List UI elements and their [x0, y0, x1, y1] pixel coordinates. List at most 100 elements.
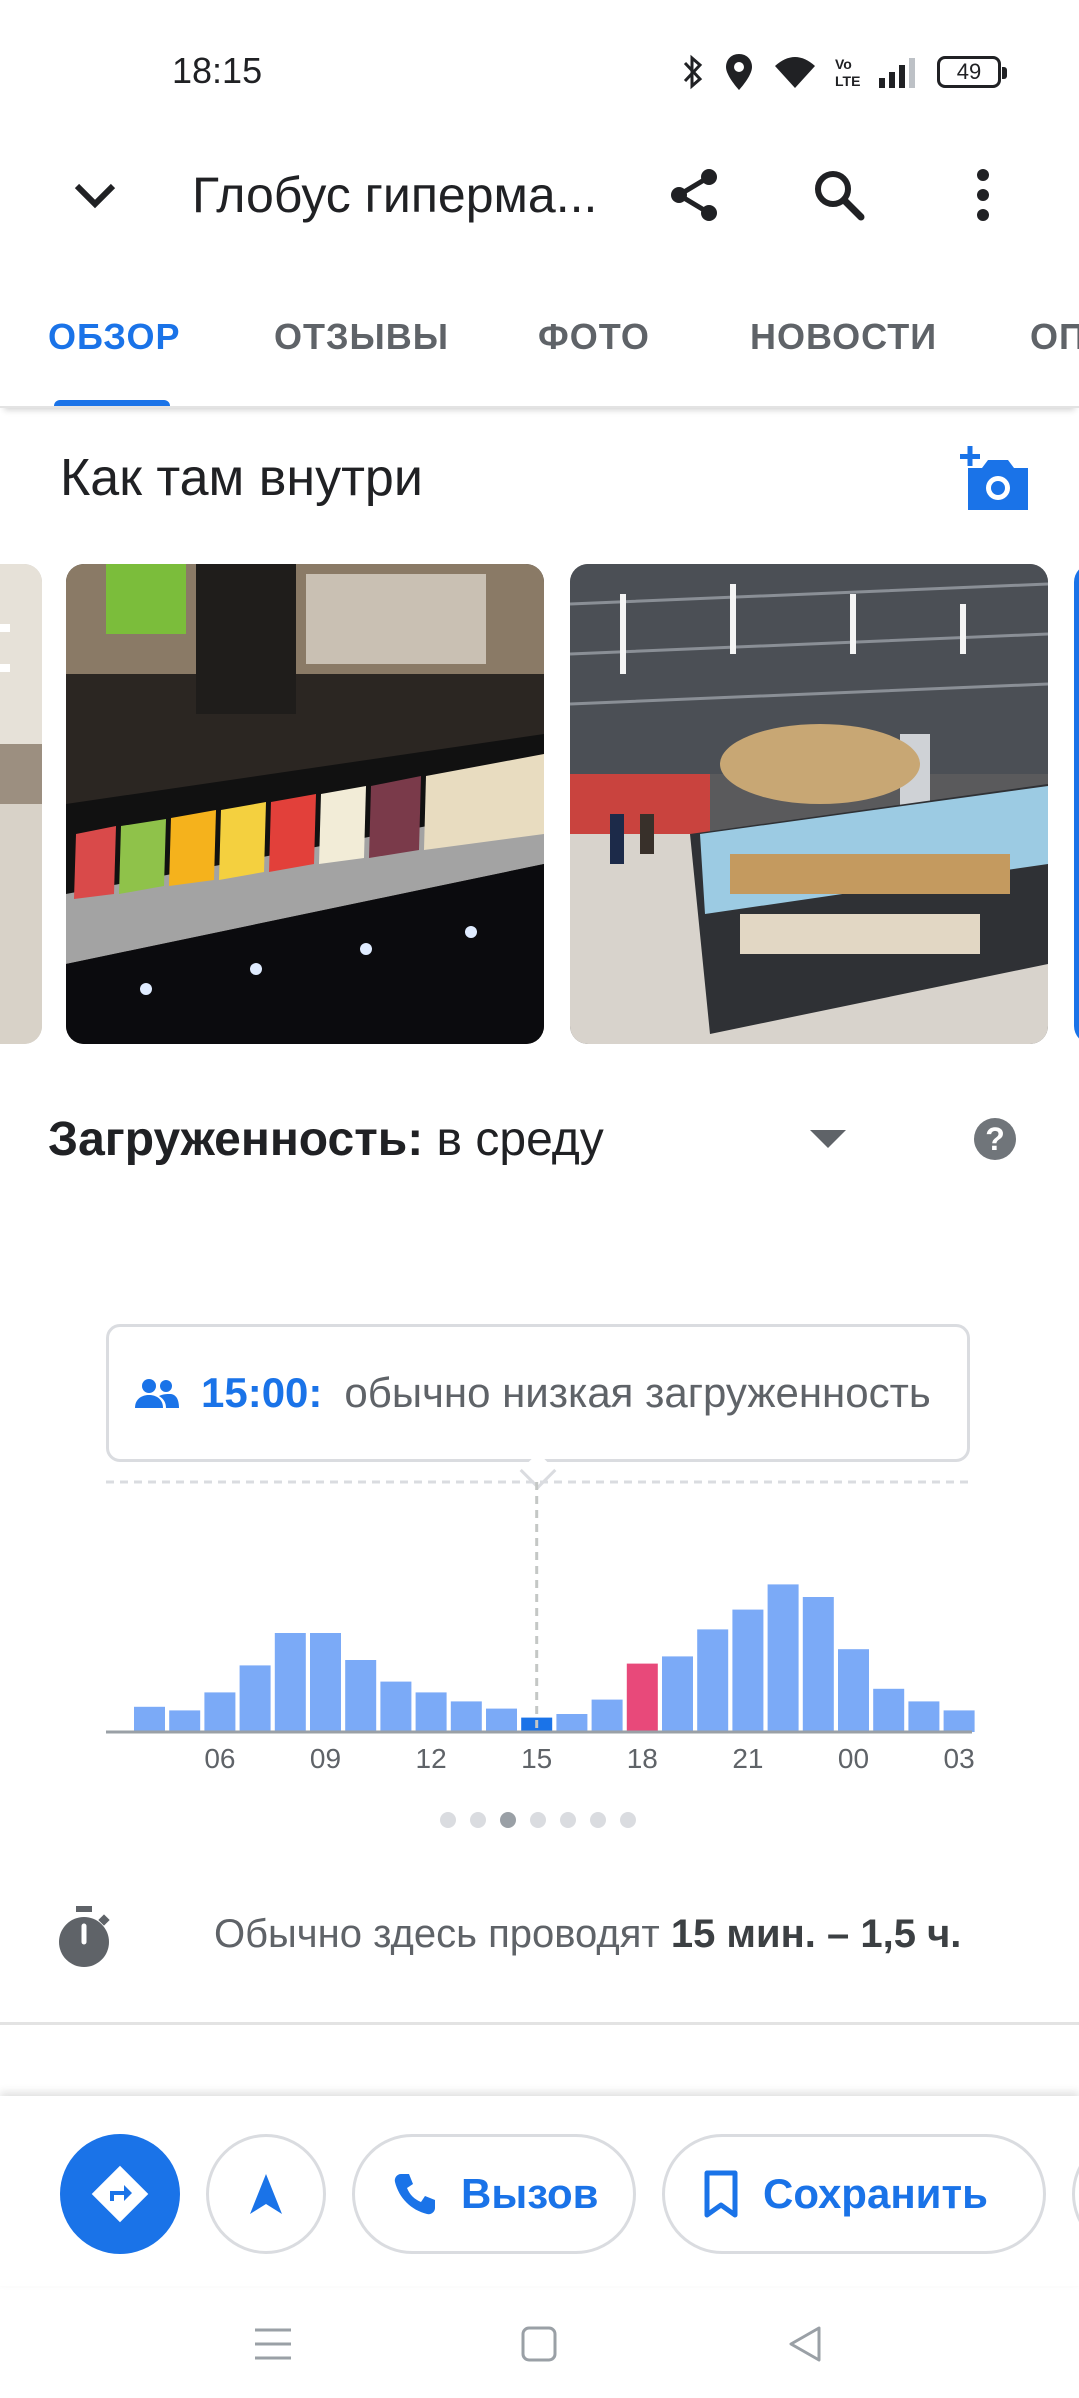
pager-dot[interactable]: [440, 1812, 456, 1828]
pager-dot[interactable]: [500, 1812, 516, 1828]
chart-bar[interactable]: [380, 1681, 412, 1732]
collapse-button[interactable]: [60, 160, 130, 230]
pager-dot[interactable]: [620, 1812, 636, 1828]
search-icon: [815, 171, 865, 221]
app-header: Глобус гиперма...: [0, 140, 1079, 250]
visit-duration-label: Обычно здесь проводят: [214, 1912, 660, 1956]
chart-bar[interactable]: [662, 1656, 693, 1732]
visit-duration-value: 15 мин. – 1,5 ч.: [670, 1912, 962, 1956]
bookmark-icon: [704, 2170, 738, 2218]
section-title-inside: Как там внутри: [60, 449, 423, 507]
chart-bar[interactable]: [134, 1706, 165, 1732]
chart-bar[interactable]: [204, 1692, 236, 1732]
photo-thumbnail[interactable]: [570, 564, 1048, 1044]
chart-bar[interactable]: [239, 1665, 271, 1732]
chart-bar[interactable]: [838, 1649, 869, 1732]
tab-photos[interactable]: ФОТО: [538, 316, 650, 358]
chart-bar[interactable]: [802, 1597, 834, 1732]
back-button[interactable]: [775, 2314, 835, 2374]
wifi-icon: [775, 57, 815, 88]
pager-dot[interactable]: [590, 1812, 606, 1828]
more-vert-icon: [977, 169, 989, 221]
home-square-icon: [521, 2326, 557, 2362]
status-bar: 18:15 Vo LTE 49: [0, 0, 1079, 140]
typical-visit-duration: Обычно здесь проводят 15 мин. – 1,5 ч.: [0, 1900, 1079, 1980]
timer-icon: [59, 1906, 110, 1967]
chart-tick-label: 21: [732, 1743, 763, 1774]
status-icons: Vo LTE 49: [681, 50, 1007, 94]
directions-button[interactable]: [60, 2134, 180, 2254]
share-icon: [671, 169, 717, 221]
add-photo-button[interactable]: [958, 446, 1032, 512]
back-triangle-icon: [789, 2326, 821, 2362]
tooltip-time: 15:00:: [201, 1369, 323, 1416]
tab-reviews[interactable]: ОТЗЫВЫ: [274, 316, 449, 358]
photo-thumbnail[interactable]: [1074, 564, 1079, 1044]
save-button[interactable]: Сохранить: [662, 2134, 1046, 2254]
chart-bar-live[interactable]: [626, 1663, 658, 1732]
pager-dot[interactable]: [530, 1812, 546, 1828]
location-icon: [726, 54, 752, 90]
chart-bar[interactable]: [274, 1633, 306, 1732]
start-navigation-button[interactable]: [206, 2134, 326, 2254]
chart-tick-label: 03: [944, 1743, 975, 1774]
share-button[interactable]: [660, 160, 730, 230]
system-nav-bar: [0, 2286, 1079, 2398]
menu-icon: [255, 2328, 291, 2360]
chart-bar[interactable]: [169, 1710, 201, 1732]
more-options-button[interactable]: [948, 160, 1018, 230]
place-title: Глобус гиперма...: [192, 167, 598, 223]
photo-thumbnail[interactable]: [0, 564, 42, 1044]
chart-bar[interactable]: [767, 1584, 799, 1732]
chart-tick-label: 09: [310, 1743, 341, 1774]
chart-bar[interactable]: [310, 1633, 341, 1732]
day-dropdown-icon[interactable]: [810, 1130, 846, 1148]
active-tab-indicator: [54, 400, 170, 406]
more-actions-button[interactable]: [1072, 2134, 1079, 2254]
chart-tick-label: 18: [627, 1743, 658, 1774]
chart-bar[interactable]: [450, 1701, 482, 1732]
call-label: Вызов: [461, 2170, 599, 2217]
chart-bar[interactable]: [732, 1609, 764, 1732]
chart-tick-label: 12: [416, 1743, 447, 1774]
search-button[interactable]: [804, 160, 874, 230]
tab-overview[interactable]: ОБЗОР: [48, 316, 181, 358]
chevron-down-icon: [74, 183, 116, 209]
tab-news[interactable]: НОВОСТИ: [750, 316, 937, 358]
day-pager: [440, 1812, 636, 1828]
svg-text:LTE: LTE: [835, 73, 860, 89]
popular-times-heading: Загруженность: в среду: [48, 1112, 604, 1167]
help-icon[interactable]: ?: [974, 1118, 1016, 1160]
chart-bar[interactable]: [943, 1710, 975, 1732]
battery-indicator: 49: [937, 56, 1007, 88]
chart-bar[interactable]: [908, 1701, 940, 1732]
chart-bar[interactable]: [556, 1714, 588, 1732]
action-bar: Вызов Сохранить: [0, 2096, 1079, 2286]
visit-duration-text: Обычно здесь проводят 15 мин. – 1,5 ч.: [214, 1912, 961, 1957]
chart-bar[interactable]: [873, 1688, 905, 1732]
busyness-tooltip: 15:00: обычно низкая загруженность: [106, 1324, 970, 1462]
recent-apps-button[interactable]: [243, 2314, 303, 2374]
svg-text:Vo: Vo: [835, 56, 852, 72]
chart-bar[interactable]: [415, 1692, 447, 1732]
pager-dot[interactable]: [470, 1812, 486, 1828]
chart-bar[interactable]: [345, 1660, 377, 1732]
tab-bar: ОБЗОР ОТЗЫВЫ ФОТО НОВОСТИ ОП: [0, 290, 1079, 408]
call-button[interactable]: Вызов: [352, 2134, 636, 2254]
tooltip-text: обычно низкая загруженность: [344, 1369, 931, 1416]
tab-about[interactable]: ОП: [1030, 316, 1079, 358]
signal-icon: [879, 58, 915, 88]
popular-times-chart[interactable]: 06 09 12 15 18 21 00 03: [0, 1470, 1079, 1800]
chart-tick-label: 00: [838, 1743, 869, 1774]
save-label: Сохранить: [763, 2170, 988, 2217]
section-divider: [0, 2022, 1079, 2025]
photo-carousel[interactable]: [0, 564, 1079, 1044]
popular-times-day: в среду: [436, 1113, 604, 1166]
chart-bar[interactable]: [591, 1699, 623, 1732]
home-button[interactable]: [509, 2314, 569, 2374]
photo-thumbnail[interactable]: [66, 564, 544, 1044]
pager-dot[interactable]: [560, 1812, 576, 1828]
chart-bar[interactable]: [486, 1708, 517, 1732]
chart-bar[interactable]: [697, 1629, 729, 1732]
popular-times-label: Загруженность:: [48, 1113, 424, 1166]
